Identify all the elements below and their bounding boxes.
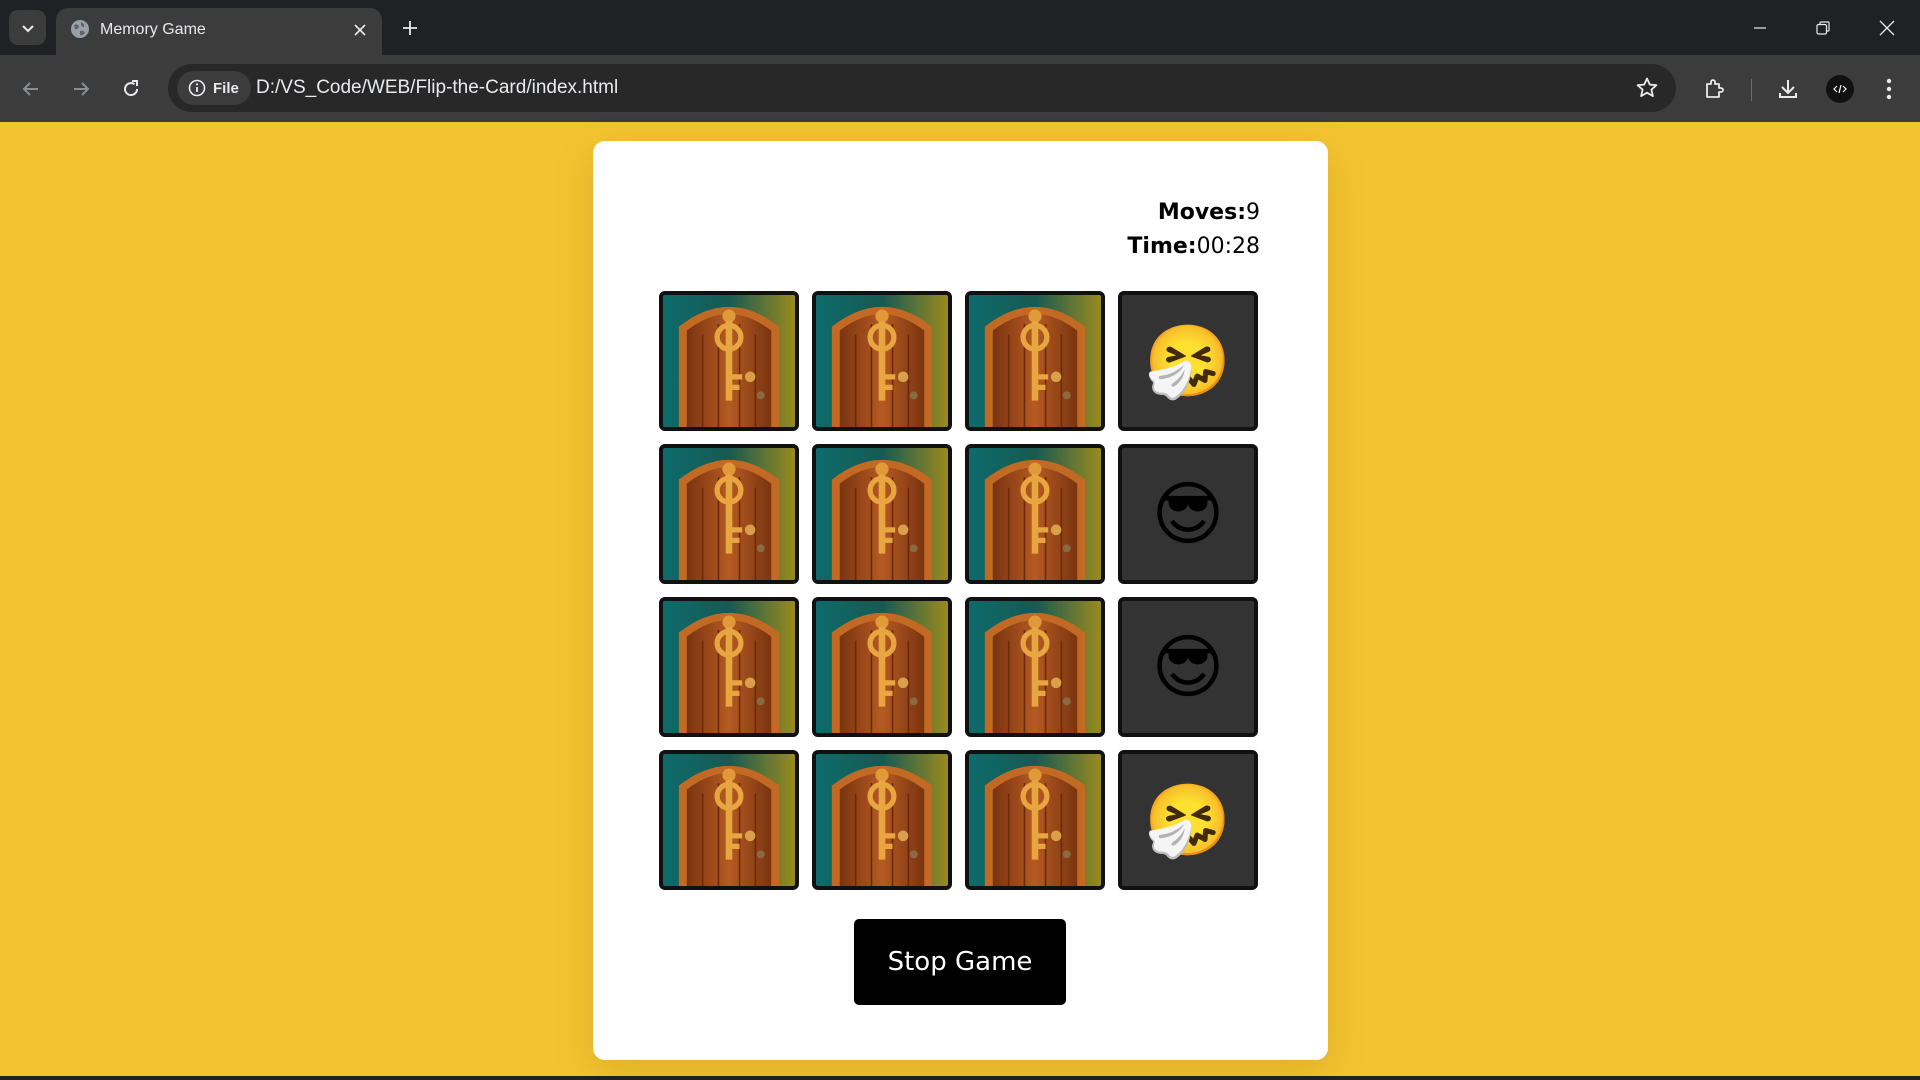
stop-game-button[interactable]: Stop Game xyxy=(854,919,1066,1005)
back-button[interactable] xyxy=(13,71,49,107)
memory-card-flipped[interactable]: 😎 xyxy=(1118,597,1258,737)
address-bar[interactable]: File D:/VS_Code/WEB/Flip-the-Card/index.… xyxy=(168,64,1676,112)
card-emoji: 🤧 xyxy=(1144,781,1232,859)
puzzle-icon xyxy=(1706,79,1724,98)
forward-button[interactable] xyxy=(63,71,99,107)
toolbar-divider xyxy=(1751,79,1752,101)
card-emoji: 😎 xyxy=(1151,628,1225,706)
chevron-down-icon xyxy=(21,24,34,32)
tab-close-button[interactable] xyxy=(350,20,370,40)
memory-card-hidden[interactable] xyxy=(965,444,1105,584)
memory-card-flipped[interactable]: 🤧 xyxy=(1118,291,1258,431)
browser-tab[interactable]: Memory Game xyxy=(56,8,382,55)
time-label: Time: xyxy=(1127,234,1197,259)
site-chip-label: File xyxy=(213,79,239,97)
url-text[interactable]: D:/VS_Code/WEB/Flip-the-Card/index.html xyxy=(256,77,618,99)
card-grid: 🤧 😎 😎 🤧 xyxy=(659,291,1259,891)
door-key-card-back-icon xyxy=(969,754,1101,886)
door-key-card-back-icon xyxy=(816,754,948,886)
memory-card-flipped[interactable]: 🤧 xyxy=(1118,750,1258,890)
avatar xyxy=(1826,75,1854,103)
memory-card-hidden[interactable] xyxy=(659,750,799,890)
door-key-card-back-icon xyxy=(969,448,1101,580)
site-info-chip[interactable]: File xyxy=(177,71,251,105)
memory-card-hidden[interactable] xyxy=(965,597,1105,737)
tab-title: Memory Game xyxy=(100,21,206,38)
browser-toolbar: File D:/VS_Code/WEB/Flip-the-Card/index.… xyxy=(0,55,1920,122)
more-vertical-icon xyxy=(1886,78,1892,100)
door-key-card-back-icon xyxy=(816,448,948,580)
timer: Time:00:28 xyxy=(1127,230,1260,264)
code-icon xyxy=(1833,84,1847,94)
menu-button[interactable] xyxy=(1871,71,1907,107)
door-key-card-back-icon xyxy=(816,601,948,733)
download-icon xyxy=(1779,80,1797,98)
minimize-icon xyxy=(1754,26,1766,29)
door-key-card-back-icon xyxy=(663,295,795,427)
moves-value: 9 xyxy=(1246,200,1260,225)
memory-card-hidden[interactable] xyxy=(965,750,1105,890)
door-key-card-back-icon xyxy=(969,601,1101,733)
door-key-card-back-icon xyxy=(663,448,795,580)
memory-card-hidden[interactable] xyxy=(812,291,952,431)
card-emoji: 😎 xyxy=(1151,475,1225,553)
star-icon xyxy=(1636,77,1658,97)
reload-icon xyxy=(124,80,139,97)
moves-label: Moves: xyxy=(1157,200,1246,225)
memory-card-flipped[interactable]: 😎 xyxy=(1118,444,1258,584)
profile-button[interactable] xyxy=(1822,71,1858,107)
memory-card-hidden[interactable] xyxy=(812,750,952,890)
memory-card-hidden[interactable] xyxy=(659,597,799,737)
reload-button[interactable] xyxy=(113,71,149,107)
stats-panel: Moves:9 Time:00:28 xyxy=(1127,196,1260,264)
page-viewport: Moves:9 Time:00:28 🤧 😎 😎 🤧 Stop Game xyxy=(0,122,1920,1076)
tab-search-button[interactable] xyxy=(9,10,46,45)
close-icon xyxy=(354,24,366,36)
new-tab-button[interactable] xyxy=(396,14,424,42)
window-bottom-edge xyxy=(0,1076,1920,1080)
globe-icon xyxy=(71,20,89,38)
bookmark-button[interactable] xyxy=(1634,75,1660,101)
door-key-card-back-icon xyxy=(663,754,795,886)
moves-counter: Moves:9 xyxy=(1127,196,1260,230)
memory-card-hidden[interactable] xyxy=(812,444,952,584)
restore-button[interactable] xyxy=(1792,0,1854,55)
close-icon xyxy=(1879,20,1895,35)
door-key-card-back-icon xyxy=(663,601,795,733)
memory-card-hidden[interactable] xyxy=(812,597,952,737)
browser-titlebar: Memory Game xyxy=(0,0,1920,55)
close-window-button[interactable] xyxy=(1856,0,1918,55)
arrow-right-icon xyxy=(74,82,90,96)
door-key-card-back-icon xyxy=(816,295,948,427)
memory-card-hidden[interactable] xyxy=(659,444,799,584)
minimize-button[interactable] xyxy=(1729,0,1791,55)
arrow-left-icon xyxy=(22,82,38,96)
memory-card-hidden[interactable] xyxy=(965,291,1105,431)
memory-card-hidden[interactable] xyxy=(659,291,799,431)
card-emoji: 🤧 xyxy=(1144,322,1232,400)
time-value: 00:28 xyxy=(1196,234,1260,259)
restore-icon xyxy=(1816,20,1830,35)
downloads-button[interactable] xyxy=(1770,71,1806,107)
info-icon xyxy=(188,79,206,97)
extensions-button[interactable] xyxy=(1696,71,1732,107)
plus-icon xyxy=(403,21,417,35)
door-key-card-back-icon xyxy=(969,295,1101,427)
game-container: Moves:9 Time:00:28 🤧 😎 😎 🤧 Stop Game xyxy=(593,141,1328,1060)
